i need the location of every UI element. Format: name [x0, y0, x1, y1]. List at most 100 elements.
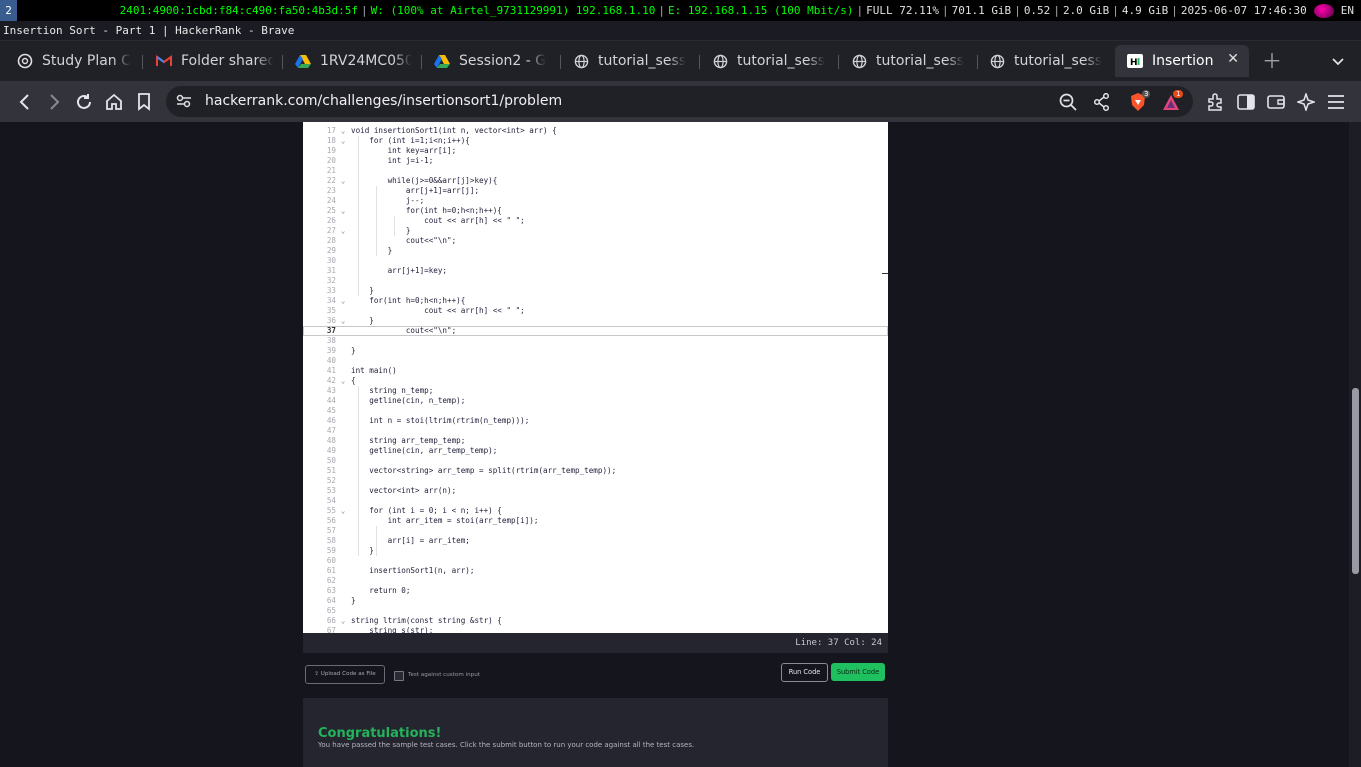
scrollbar-thumb[interactable] — [1352, 388, 1359, 574]
code-line[interactable]: 60 — [303, 556, 888, 566]
code-line[interactable]: 50 — [303, 456, 888, 466]
code-line[interactable]: 48 string arr_temp_temp; — [303, 436, 888, 446]
code-line[interactable]: 37 cout<<"\n"; — [303, 326, 888, 336]
code-line[interactable]: 34 ⌄ for(int h=0;h<n;h++){ — [303, 296, 888, 306]
upload-code-button[interactable]: ⇪ Upload Code as File — [305, 665, 385, 684]
workspace-indicator[interactable]: 2 — [0, 0, 17, 21]
code-line[interactable]: 31 arr[j+1]=key; — [303, 266, 888, 276]
code-line[interactable]: 17 ⌄ void insertionSort1(int n, vector<int… — [303, 126, 888, 136]
code-line[interactable]: 55 ⌄ for (int i = 0; i < n; i++) { — [303, 506, 888, 516]
code-line[interactable]: 38 — [303, 336, 888, 346]
new-tab-button[interactable]: ＋ — [1262, 49, 1282, 73]
run-code-button[interactable]: Run Code — [781, 663, 828, 682]
close-tab-icon[interactable]: ✕ — [1227, 51, 1239, 67]
code-line[interactable]: 36 ⌄ } — [303, 316, 888, 326]
keyboard-layout[interactable]: EN — [1338, 4, 1357, 17]
code-line[interactable]: 40 — [303, 356, 888, 366]
code-line[interactable]: 22 ⌄ while(j>=0&&arr[j]>key){ — [303, 176, 888, 186]
code-line[interactable]: 67 string s(str); — [303, 626, 888, 633]
menu-icon[interactable] — [1325, 91, 1347, 113]
code-line[interactable]: 63 return 0; — [303, 586, 888, 596]
code-line[interactable]: 21 — [303, 166, 888, 176]
bookmark-icon[interactable] — [133, 91, 155, 113]
code-line[interactable]: 64} — [303, 596, 888, 606]
code-line[interactable]: 47 — [303, 426, 888, 436]
reload-icon[interactable] — [73, 91, 95, 113]
fold-chevron-icon[interactable]: ⌄ — [341, 226, 345, 236]
tab-drive-2[interactable]: Session2 - G — [434, 45, 551, 77]
page-scrollbar[interactable] — [1349, 122, 1361, 767]
code-line[interactable]: 33 } — [303, 286, 888, 296]
fold-chevron-icon[interactable]: ⌄ — [341, 126, 345, 136]
code-line[interactable]: 51 vector<string> arr_temp = split(rtrim… — [303, 466, 888, 476]
tab-tutorial-2[interactable]: tutorial_sess — [712, 45, 829, 77]
code-line[interactable]: 54 — [303, 496, 888, 506]
address-bar[interactable]: hackerrank.com/challenges/insertionsort1… — [166, 86, 1193, 117]
code-line[interactable]: 58 arr[i] = arr_item; — [303, 536, 888, 546]
wallet-icon[interactable] — [1265, 91, 1287, 113]
code-line[interactable]: 20 int j=i-1; — [303, 156, 888, 166]
code-line[interactable]: 27 ⌄ } — [303, 226, 888, 236]
code-line[interactable]: 62 — [303, 576, 888, 586]
code-line[interactable]: 25 ⌄ for(int h=0;h<n;h++){ — [303, 206, 888, 216]
code-line[interactable]: 45 — [303, 406, 888, 416]
code-line[interactable]: 23 arr[j+1]=arr[j]; — [303, 186, 888, 196]
home-icon[interactable] — [103, 91, 125, 113]
share-icon[interactable] — [1093, 92, 1110, 115]
code-line[interactable]: 53 vector<int> arr(n); — [303, 486, 888, 496]
code-line[interactable]: 44 getline(cin, n_temp); — [303, 396, 888, 406]
fold-chevron-icon[interactable]: ⌄ — [341, 136, 345, 146]
tray-app-icon[interactable] — [1313, 3, 1334, 18]
code-line[interactable]: 41 int main() — [303, 366, 888, 376]
fold-chevron-icon[interactable]: ⌄ — [341, 206, 345, 216]
fold-chevron-icon[interactable]: ⌄ — [341, 506, 345, 516]
code-line[interactable]: 32 — [303, 276, 888, 286]
tab-tutorial-3[interactable]: tutorial_sess — [851, 45, 968, 77]
extensions-icon[interactable] — [1205, 91, 1227, 113]
tab-insertion-active[interactable]: H Insertion ✕ — [1115, 45, 1249, 77]
tab-list-chevron-icon[interactable] — [1332, 55, 1344, 69]
code-line[interactable]: 26 cout << arr[h] << " "; — [303, 216, 888, 226]
submit-code-button[interactable]: Submit Code — [831, 663, 885, 681]
fold-chevron-icon[interactable]: ⌄ — [341, 176, 345, 186]
tab-tutorial-4[interactable]: tutorial_sess — [989, 45, 1106, 77]
code-line[interactable]: 43 string n_temp; — [303, 386, 888, 396]
code-line[interactable]: 59 } — [303, 546, 888, 556]
site-settings-icon[interactable] — [176, 93, 192, 113]
custom-input-checkbox[interactable] — [394, 671, 404, 681]
tab-folder-shared[interactable]: Folder shared — [156, 45, 274, 77]
tab-drive-1[interactable]: 1RV24MC050 — [295, 45, 412, 77]
back-icon[interactable] — [14, 91, 36, 113]
code-line[interactable]: 30 — [303, 256, 888, 266]
zoom-icon[interactable] — [1059, 93, 1077, 115]
code-line[interactable]: 19 int key=arr[i]; — [303, 146, 888, 156]
code-line[interactable]: 24 j--; — [303, 196, 888, 206]
url-text[interactable]: hackerrank.com/challenges/insertionsort1… — [205, 86, 562, 117]
code-line[interactable]: 18 ⌄ for (int i=1;i<n;i++){ — [303, 136, 888, 146]
code-line[interactable]: 56 int arr_item = stoi(arr_temp[i]); — [303, 516, 888, 526]
code-line[interactable]: 66 ⌄ string ltrim(const string &str) { — [303, 616, 888, 626]
code-line[interactable]: 42 ⌄ { — [303, 376, 888, 386]
code-line[interactable]: 52 — [303, 476, 888, 486]
custom-input-label[interactable]: Test against custom input — [408, 671, 480, 680]
brave-rewards-icon[interactable]: 1 — [1162, 90, 1188, 114]
code-line[interactable]: 49 getline(cin, arr_temp_temp); — [303, 446, 888, 456]
fold-chevron-icon[interactable]: ⌄ — [341, 616, 345, 626]
code-line[interactable]: 57 — [303, 526, 888, 536]
fold-chevron-icon[interactable]: ⌄ — [341, 376, 345, 386]
tab-study-plan[interactable]: Study Plan C — [17, 45, 132, 77]
code-line[interactable]: 65 — [303, 606, 888, 616]
brave-shields-icon[interactable]: 3 — [1127, 90, 1153, 114]
fold-chevron-icon[interactable]: ⌄ — [341, 296, 345, 306]
forward-icon[interactable] — [43, 91, 65, 113]
leo-ai-icon[interactable] — [1295, 91, 1317, 113]
code-editor[interactable]: 17 ⌄ void insertionSort1(int n, vector<int… — [303, 122, 888, 633]
sidebar-icon[interactable] — [1235, 91, 1257, 113]
fold-chevron-icon[interactable]: ⌄ — [341, 316, 345, 326]
code-line[interactable]: 28 cout<<"\n"; — [303, 236, 888, 246]
code-line[interactable]: 35 cout << arr[h] << " "; — [303, 306, 888, 316]
code-line[interactable]: 29 } — [303, 246, 888, 256]
code-line[interactable]: 46 int n = stoi(ltrim(rtrim(n_temp))); — [303, 416, 888, 426]
code-line[interactable]: 61 insertionSort1(n, arr); — [303, 566, 888, 576]
tab-tutorial-1[interactable]: tutorial_sess — [573, 45, 690, 77]
